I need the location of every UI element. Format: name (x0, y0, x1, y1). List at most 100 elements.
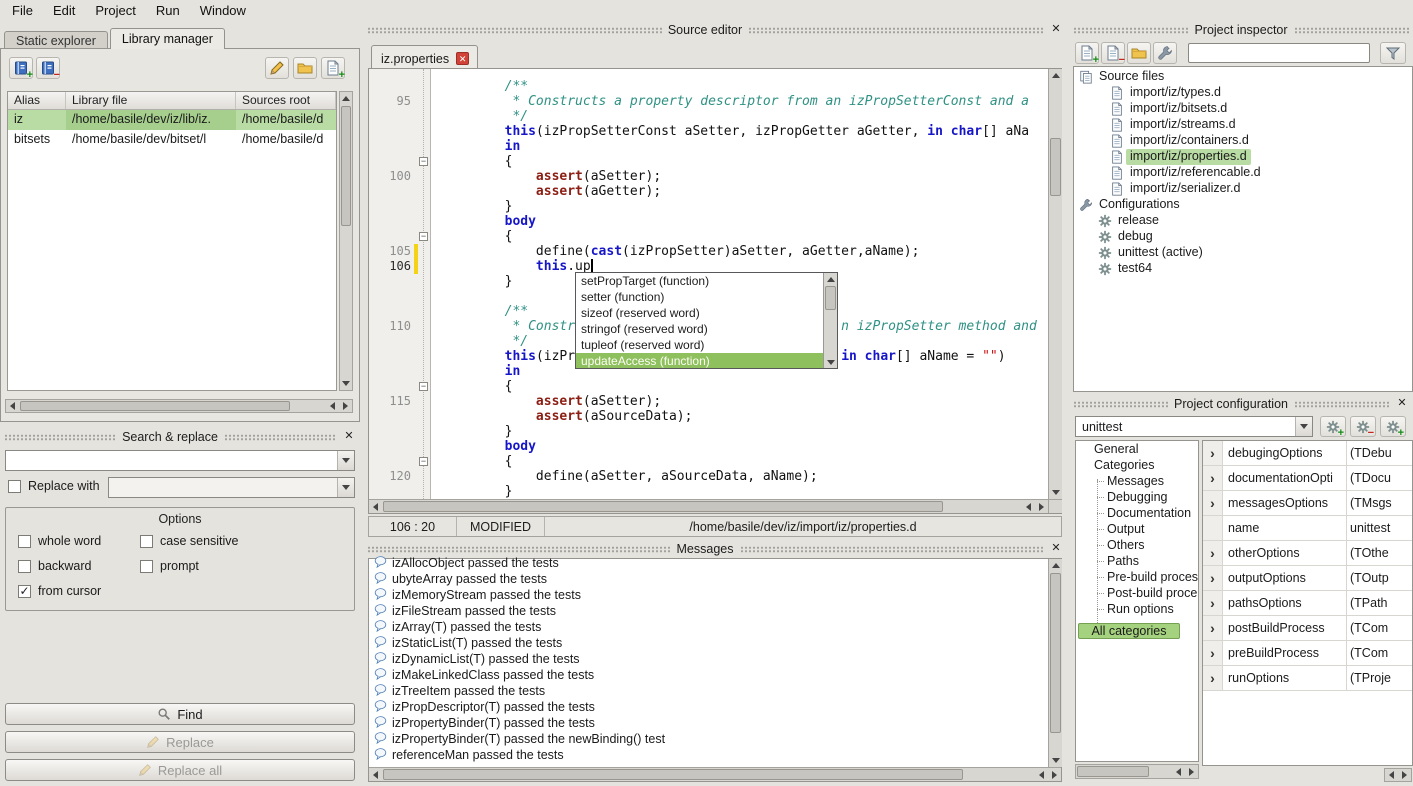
expand-arrow-icon[interactable]: › (1203, 541, 1223, 565)
expand-arrow-icon[interactable]: › (1203, 491, 1223, 515)
tree-config-release[interactable]: release (1074, 213, 1412, 229)
category-documentation[interactable]: Documentation (1076, 505, 1198, 521)
property-row-documentationOpti[interactable]: ›documentationOpti(TDocu (1203, 466, 1412, 491)
scroll-right-icon[interactable] (1048, 768, 1061, 781)
expand-arrow-icon[interactable]: › (1203, 591, 1223, 615)
tree-file-streams.d[interactable]: import/iz/streams.d (1074, 117, 1412, 133)
tree-root-source-files[interactable]: Source files (1074, 69, 1412, 85)
scroll-up-icon[interactable] (824, 273, 837, 285)
expand-arrow-icon[interactable]: › (1203, 641, 1223, 665)
tree-file-types.d[interactable]: import/iz/types.d (1074, 85, 1412, 101)
scroll-down-icon[interactable] (824, 356, 837, 368)
replace-all-button[interactable]: Replace all (5, 759, 355, 781)
message-item[interactable]: izDynamicList(T) passed the tests (371, 651, 1047, 667)
message-item[interactable]: izArray(T) passed the tests (371, 619, 1047, 635)
scroll-up-icon[interactable] (340, 92, 352, 105)
completion-item[interactable]: sizeof (reserved word) (576, 305, 823, 321)
column-header-library-file[interactable]: Library file (66, 92, 236, 109)
replace-with-checkbox[interactable]: Replace with (8, 479, 100, 493)
replace-button[interactable]: Replace (5, 731, 355, 753)
fold-collapse-icon[interactable]: − (419, 157, 428, 166)
expand-arrow-icon[interactable]: › (1203, 666, 1223, 690)
editor-tab-iz-properties[interactable]: iz.properties ✕ (371, 45, 478, 68)
completion-item[interactable]: stringof (reserved word) (576, 321, 823, 337)
tree-file-serializer.d[interactable]: import/iz/serializer.d (1074, 181, 1412, 197)
add-source-button[interactable]: + (1075, 42, 1099, 64)
configuration-combobox[interactable]: unittest (1075, 416, 1313, 437)
property-row-outputOptions[interactable]: ›outputOptions(TOutp (1203, 566, 1412, 591)
checkbox[interactable] (8, 480, 21, 493)
message-item[interactable]: izMakeLinkedClass passed the tests (371, 667, 1047, 683)
category-run-options[interactable]: Run options (1076, 601, 1198, 617)
scroll-down-icon[interactable] (1049, 486, 1062, 499)
property-row-messagesOptions[interactable]: ›messagesOptions(TMsgs (1203, 491, 1412, 516)
category-categories[interactable]: Categories (1076, 457, 1198, 473)
menu-window[interactable]: Window (190, 1, 256, 20)
close-tab-icon[interactable]: ✕ (456, 52, 469, 65)
property-value[interactable]: (TDocu (1347, 466, 1412, 490)
scrollbar-thumb[interactable] (341, 106, 351, 226)
tree-file-referencable.d[interactable]: import/iz/referencable.d (1074, 165, 1412, 181)
add-folder-button[interactable] (1127, 42, 1151, 64)
message-item[interactable]: izPropertyBinder(T) passed the tests (371, 715, 1047, 731)
property-value[interactable]: (TMsgs (1347, 491, 1412, 515)
scrollbar-thumb[interactable] (383, 769, 963, 780)
completion-item[interactable]: setPropTarget (function) (576, 273, 823, 289)
dropdown-arrow-icon[interactable] (1295, 417, 1312, 436)
message-item[interactable]: izStaticList(T) passed the tests (371, 635, 1047, 651)
library-row-iz[interactable]: iz/home/basile/dev/iz/lib/iz./home/basil… (8, 110, 336, 130)
property-row-name[interactable]: nameunittest (1203, 516, 1412, 541)
property-row-preBuildProcess[interactable]: ›preBuildProcess(TCom (1203, 641, 1412, 666)
message-item[interactable]: ubyteArray passed the tests (371, 571, 1047, 587)
category-others[interactable]: Others (1076, 537, 1198, 553)
category-output[interactable]: Output (1076, 521, 1198, 537)
scroll-left-icon[interactable] (1035, 768, 1048, 781)
menu-edit[interactable]: Edit (43, 1, 85, 20)
checkbox[interactable] (140, 560, 153, 573)
scroll-right-icon[interactable] (1185, 765, 1198, 778)
completion-item[interactable]: updateAccess (function) (576, 353, 823, 368)
tree-root-configurations[interactable]: Configurations (1074, 197, 1412, 213)
close-icon[interactable]: ✕ (1049, 23, 1063, 37)
category-post-build-proce[interactable]: Post-build proce (1076, 585, 1198, 601)
grid-scroll-arrows[interactable] (1384, 768, 1412, 782)
close-icon[interactable]: ✕ (1395, 397, 1409, 411)
add-configuration-button[interactable]: + (1320, 416, 1346, 437)
completion-item[interactable]: setter (function) (576, 289, 823, 305)
library-vertical-scrollbar[interactable] (339, 91, 353, 391)
property-row-runOptions[interactable]: ›runOptions(TProje (1203, 666, 1412, 691)
option-prompt[interactable]: prompt (140, 559, 344, 573)
scrollbar-thumb[interactable] (383, 501, 943, 512)
scroll-left-icon[interactable] (326, 400, 339, 412)
property-value[interactable]: unittest (1347, 516, 1412, 540)
checkbox[interactable] (18, 560, 31, 573)
remove-source-button[interactable]: − (1101, 42, 1125, 64)
category-messages[interactable]: Messages (1076, 473, 1198, 489)
property-row-debugingOptions[interactable]: ›debugingOptions(TDebu (1203, 441, 1412, 466)
fold-collapse-icon[interactable]: − (419, 232, 428, 241)
tree-file-properties.d[interactable]: import/iz/properties.d (1074, 149, 1412, 165)
tree-config-test64[interactable]: test64 (1074, 261, 1412, 277)
message-item[interactable]: izMemoryStream passed the tests (371, 587, 1047, 603)
close-icon[interactable]: ✕ (1049, 542, 1063, 556)
expand-arrow-icon[interactable]: › (1203, 466, 1223, 490)
filter-button[interactable] (1380, 42, 1406, 64)
option-case-sensitive[interactable]: case sensitive (140, 534, 344, 548)
category-debugging[interactable]: Debugging (1076, 489, 1198, 505)
scroll-down-icon[interactable] (1049, 754, 1062, 767)
scroll-left-icon[interactable] (6, 400, 19, 412)
option-whole-word[interactable]: whole word (18, 534, 140, 548)
dropdown-arrow-icon[interactable] (337, 451, 354, 470)
column-header-sources-root[interactable]: Sources root (236, 92, 336, 109)
column-header-alias[interactable]: Alias (8, 92, 66, 109)
scroll-down-icon[interactable] (340, 377, 352, 390)
tree-file-containers.d[interactable]: import/iz/containers.d (1074, 133, 1412, 149)
property-value[interactable]: (TPath (1347, 591, 1412, 615)
add-library-button[interactable]: + (9, 57, 33, 79)
message-item[interactable]: izPropertyBinder(T) passed the newBindin… (371, 731, 1047, 747)
scroll-left-icon[interactable] (1385, 769, 1398, 781)
property-value[interactable]: (TProje (1347, 666, 1412, 690)
scroll-left-icon[interactable] (369, 768, 382, 781)
message-item[interactable]: izFileStream passed the tests (371, 603, 1047, 619)
message-item[interactable]: izAllocObject passed the tests (371, 555, 1047, 571)
